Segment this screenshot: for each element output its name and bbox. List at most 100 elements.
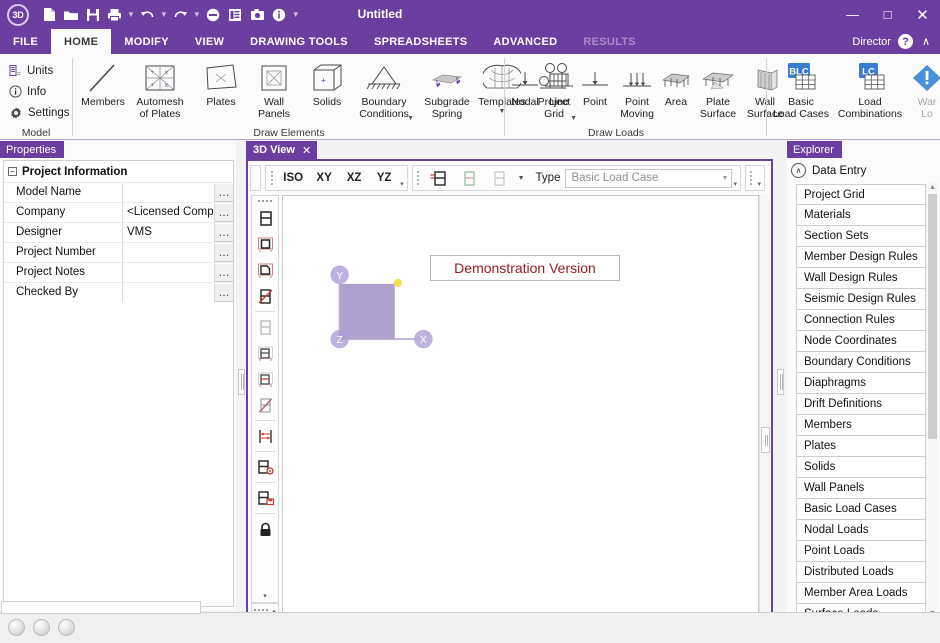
property-browse-button[interactable]: … bbox=[214, 243, 233, 262]
property-browse-button[interactable]: … bbox=[214, 283, 233, 302]
open-folder-icon[interactable] bbox=[60, 4, 81, 25]
director-label[interactable]: Director bbox=[852, 36, 891, 48]
boundary-conditions-caret-icon[interactable]: ▼ bbox=[407, 115, 414, 122]
properties-panel-tab[interactable]: Properties bbox=[0, 141, 65, 158]
sidebar-item-member-design-rules[interactable]: Member Design Rules bbox=[796, 247, 926, 268]
load-display-caret-icon[interactable]: ▼ bbox=[518, 175, 525, 182]
right-splitter-grip[interactable] bbox=[777, 369, 784, 395]
explorer-item-list[interactable]: Project Grid Materials Section Sets Memb… bbox=[796, 184, 926, 621]
sidebar-item-boundary-conditions[interactable]: Boundary Conditions bbox=[796, 352, 926, 373]
frame-hatched-icon[interactable] bbox=[252, 366, 278, 392]
collapse-section-icon[interactable]: − bbox=[8, 167, 17, 176]
close-button[interactable]: ✕ bbox=[905, 0, 940, 29]
tab-spreadsheets[interactable]: SPREADSHEETS bbox=[361, 29, 480, 54]
sidebar-item-wall-design-rules[interactable]: Wall Design Rules bbox=[796, 268, 926, 289]
sidebar-item-members[interactable]: Members bbox=[796, 415, 926, 436]
property-value[interactable] bbox=[122, 243, 214, 262]
table-row[interactable]: Checked By … bbox=[4, 282, 233, 302]
frame-save-icon[interactable] bbox=[252, 485, 278, 511]
load-display-overflow-icon[interactable]: ▾ bbox=[732, 180, 740, 190]
right-splitter[interactable] bbox=[776, 141, 785, 621]
status-ball-2[interactable] bbox=[33, 619, 50, 636]
ribbon-button-point-moving-load[interactable]: Point Moving bbox=[614, 58, 660, 124]
orientation-overflow-icon[interactable]: ▾ bbox=[399, 180, 407, 190]
ribbon-button-units[interactable]: Units bbox=[0, 60, 70, 81]
tab-home[interactable]: HOME bbox=[51, 29, 112, 54]
ribbon-button-automesh-of-plates[interactable]: + x + x Automesh of Plates bbox=[129, 58, 191, 124]
ribbon-button-nodal-load[interactable]: Nodal bbox=[507, 58, 543, 124]
scroll-up-icon[interactable]: ▲ bbox=[927, 182, 938, 193]
frame-dim-icon[interactable] bbox=[252, 314, 278, 340]
toolbar-drag-handle[interactable] bbox=[748, 167, 754, 189]
sidebar-item-nodal-loads[interactable]: Nodal Loads bbox=[796, 520, 926, 541]
frame-partial-icon[interactable] bbox=[252, 257, 278, 283]
property-value[interactable] bbox=[122, 283, 214, 302]
tab-3d-view[interactable]: 3D View ✕ bbox=[246, 141, 318, 159]
undo-icon[interactable] bbox=[137, 4, 158, 25]
explorer-scrollbar[interactable]: ▲ ▼ bbox=[927, 182, 938, 619]
lock-icon[interactable] bbox=[252, 516, 278, 542]
frame-settings-icon[interactable] bbox=[252, 454, 278, 480]
help-icon[interactable]: ? bbox=[897, 34, 913, 49]
sidebar-item-connection-rules[interactable]: Connection Rules bbox=[796, 310, 926, 331]
sidebar-item-member-area-loads[interactable]: Member Area Loads bbox=[796, 583, 926, 604]
property-browse-button[interactable]: … bbox=[214, 223, 233, 242]
viewport-vertical-scrollbar[interactable] bbox=[759, 195, 770, 616]
sidebar-item-solids[interactable]: Solids bbox=[796, 457, 926, 478]
side-toolbar-overflow-icon[interactable]: ▾ bbox=[263, 592, 267, 602]
sidebar-item-drift-definitions[interactable]: Drift Definitions bbox=[796, 394, 926, 415]
property-value[interactable] bbox=[122, 263, 214, 282]
ribbon-button-plate-surface-load[interactable]: Plate Surface bbox=[694, 58, 742, 124]
sidebar-item-materials[interactable]: Materials bbox=[796, 205, 926, 226]
explorer-scrollbar-thumb[interactable] bbox=[928, 194, 937, 439]
undo-dropdown-caret[interactable]: ▼ bbox=[160, 10, 168, 19]
view-button-xz[interactable]: XZ bbox=[339, 166, 369, 190]
status-ball-1[interactable] bbox=[8, 619, 25, 636]
hide-loads-icon[interactable] bbox=[484, 166, 514, 190]
ribbon-button-subgrade-spring[interactable]: Subgrade Spring bbox=[419, 58, 475, 124]
sidebar-item-distributed-loads[interactable]: Distributed Loads bbox=[796, 562, 926, 583]
frame-diagonal-icon[interactable] bbox=[252, 392, 278, 418]
sidebar-item-basic-load-cases[interactable]: Basic Load Cases bbox=[796, 499, 926, 520]
tab-view[interactable]: VIEW bbox=[182, 29, 237, 54]
view-button-xy[interactable]: XY bbox=[309, 166, 339, 190]
ribbon-button-wall-panels[interactable]: Wall Panels bbox=[246, 58, 302, 124]
camera-icon[interactable] bbox=[247, 4, 268, 25]
property-value[interactable] bbox=[122, 183, 214, 202]
explorer-group-data-entry[interactable]: ∧ Data Entry bbox=[787, 160, 940, 181]
extra-overflow-icon[interactable]: ▾ bbox=[756, 180, 764, 190]
table-row[interactable]: Project Number … bbox=[4, 242, 233, 262]
ribbon-button-basic-load-cases[interactable]: BLC Basic Load Cases bbox=[770, 58, 832, 124]
status-command-input[interactable] bbox=[1, 601, 201, 614]
info-icon[interactable] bbox=[269, 4, 290, 25]
explorer-panel-tab[interactable]: Explorer bbox=[787, 141, 842, 158]
left-splitter[interactable] bbox=[237, 141, 246, 621]
ribbon-button-members[interactable]: Members bbox=[75, 58, 131, 124]
print-icon[interactable] bbox=[104, 4, 125, 25]
toolbar-drag-handle[interactable] bbox=[268, 167, 275, 189]
remove-icon[interactable] bbox=[203, 4, 224, 25]
ribbon-button-warnings-log[interactable]: War Lo ▼ bbox=[907, 58, 940, 124]
ribbon-button-solids[interactable]: + Solids bbox=[299, 58, 355, 124]
sidebar-item-section-sets[interactable]: Section Sets bbox=[796, 226, 926, 247]
sidebar-item-diaphragms[interactable]: Diaphragms bbox=[796, 373, 926, 394]
sidebar-item-node-coordinates[interactable]: Node Coordinates bbox=[796, 331, 926, 352]
redo-icon[interactable] bbox=[170, 4, 191, 25]
property-value[interactable]: <Licensed Compan bbox=[122, 203, 214, 222]
sidebar-item-point-loads[interactable]: Point Loads bbox=[796, 541, 926, 562]
properties-section-header[interactable]: − Project Information bbox=[4, 161, 233, 182]
3d-viewport[interactable]: Demonstration Version Y Z X bbox=[282, 195, 759, 616]
chevron-up-icon[interactable]: ∧ bbox=[791, 163, 806, 178]
ribbon-button-settings[interactable]: Settings bbox=[0, 102, 70, 123]
status-ball-3[interactable] bbox=[58, 619, 75, 636]
list-icon[interactable] bbox=[225, 4, 246, 25]
tab-advanced[interactable]: ADVANCED bbox=[480, 29, 570, 54]
show-loads-light-icon[interactable] bbox=[454, 166, 484, 190]
redo-dropdown-caret[interactable]: ▼ bbox=[193, 10, 201, 19]
qat-overflow-icon[interactable]: ▼ bbox=[292, 10, 300, 19]
ribbon-button-plates[interactable]: Plates bbox=[193, 58, 249, 124]
view-button-iso[interactable]: ISO bbox=[277, 166, 309, 190]
sidebar-item-seismic-design-rules[interactable]: Seismic Design Rules bbox=[796, 289, 926, 310]
maximize-button[interactable]: □ bbox=[870, 0, 905, 29]
table-row[interactable]: Model Name … bbox=[4, 182, 233, 202]
